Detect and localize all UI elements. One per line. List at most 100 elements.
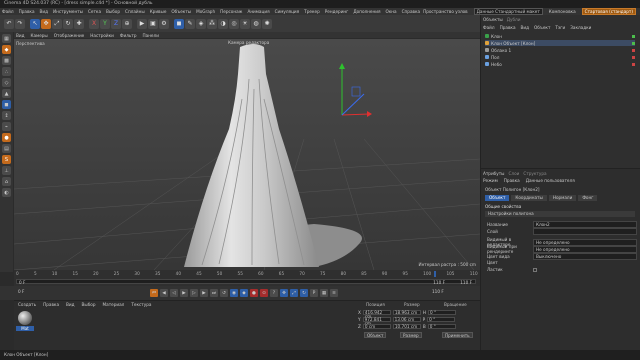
object-row[interactable]: Пол bbox=[485, 54, 635, 60]
subtab-phong[interactable]: Фонг bbox=[578, 195, 598, 201]
rotation-h-field[interactable]: 0 ° bbox=[428, 310, 457, 315]
undo-icon[interactable]: ↶ bbox=[4, 18, 14, 29]
deformer-icon[interactable]: ◑ bbox=[218, 18, 228, 29]
environment-icon[interactable]: ☀ bbox=[240, 18, 250, 29]
menu-character[interactable]: Персонаж bbox=[220, 9, 242, 14]
xray-checkbox[interactable] bbox=[533, 267, 537, 272]
object-menu-file[interactable]: Файл bbox=[483, 25, 495, 30]
object-menu-view[interactable]: Вид bbox=[521, 25, 530, 30]
subdivision-icon[interactable]: ◈ bbox=[196, 18, 206, 29]
render-visible-select[interactable]: Не определено bbox=[533, 245, 637, 253]
material-menu-view[interactable]: Вид bbox=[66, 302, 75, 307]
tab-objects[interactable]: Объекты bbox=[483, 17, 503, 22]
model-mode-icon[interactable]: ◆ bbox=[2, 45, 11, 54]
layer-field[interactable] bbox=[533, 228, 637, 235]
rotate-icon[interactable]: ↻ bbox=[63, 18, 73, 29]
playhead[interactable] bbox=[434, 271, 436, 277]
last-frame-icon[interactable]: ⏭ bbox=[210, 289, 218, 297]
size-mode-select[interactable]: Размер bbox=[400, 332, 422, 338]
texture-mode-icon[interactable]: ▩ bbox=[2, 56, 11, 65]
loop-icon[interactable]: ↺ bbox=[220, 289, 228, 297]
position-y-field[interactable]: 972.841 cm bbox=[362, 317, 391, 326]
field-icon[interactable]: ◎ bbox=[229, 18, 239, 29]
position-z-field[interactable]: 0 cm bbox=[362, 324, 391, 329]
menu-objects[interactable]: Объекты bbox=[171, 9, 191, 14]
redo-icon[interactable]: ↷ bbox=[15, 18, 25, 29]
size-x-field[interactable]: 18.963 cm bbox=[392, 310, 421, 315]
viewport-menu-filter[interactable]: Фильтр bbox=[120, 33, 137, 38]
visibility-check-icon[interactable] bbox=[632, 34, 635, 38]
viewport-menu-panel[interactable]: Панели bbox=[142, 33, 158, 38]
material-menu-create[interactable]: Создать bbox=[18, 302, 36, 307]
menu-view[interactable]: Вид bbox=[40, 9, 49, 14]
make-editable-icon[interactable]: ▦ bbox=[2, 34, 11, 43]
coord-system-icon[interactable]: ⊕ bbox=[122, 18, 132, 29]
recent-tool-icon[interactable]: ✚ bbox=[74, 18, 84, 29]
menu-splines[interactable]: Сплайны bbox=[125, 9, 145, 14]
attr-menu-edit[interactable]: Правка bbox=[504, 178, 520, 183]
material-menu-edit[interactable]: Правка bbox=[43, 302, 59, 307]
size-z-field[interactable]: 10.701 cm bbox=[392, 324, 421, 329]
record-icon[interactable]: ⊙ bbox=[260, 289, 268, 297]
disabled-check-icon[interactable] bbox=[632, 48, 635, 52]
object-menu-edit[interactable]: Правка bbox=[500, 25, 516, 30]
camera-icon[interactable]: ◍ bbox=[251, 18, 261, 29]
coord-mode-select[interactable]: Объект bbox=[364, 332, 387, 338]
position-key-icon[interactable]: ✥ bbox=[280, 289, 288, 297]
edges-mode-icon[interactable]: ◇ bbox=[2, 78, 11, 87]
scale-key-icon[interactable]: ⤢ bbox=[290, 289, 298, 297]
play-icon[interactable]: ▶ bbox=[180, 289, 188, 297]
points-mode-icon[interactable]: ∴ bbox=[2, 67, 11, 76]
tab-attributes[interactable]: Атрибуты bbox=[483, 171, 505, 176]
attr-menu-userdata[interactable]: Данные пользователя bbox=[526, 178, 575, 183]
cube-icon[interactable]: ◼ bbox=[174, 18, 184, 29]
frame-field[interactable]: 110 F bbox=[432, 289, 444, 294]
record-position-icon[interactable]: ◉ bbox=[230, 289, 238, 297]
solo-icon[interactable]: S bbox=[2, 155, 11, 164]
render-settings-icon[interactable]: ⚙ bbox=[159, 18, 169, 29]
menu-edit[interactable]: Правка bbox=[19, 9, 35, 14]
layout-select[interactable]: Стартовая (стандарт) bbox=[581, 8, 636, 15]
prev-key-icon[interactable]: ◀ bbox=[160, 289, 168, 297]
tab-structure[interactable]: Структура bbox=[523, 171, 546, 176]
render-picture-icon[interactable]: ▣ bbox=[148, 18, 158, 29]
disabled-check-icon[interactable] bbox=[632, 62, 635, 66]
subtab-object[interactable]: Объект bbox=[485, 195, 510, 201]
next-key-icon[interactable]: ▶ bbox=[200, 289, 208, 297]
axis-mode-icon[interactable]: ↕ bbox=[2, 111, 11, 120]
rotation-b-field[interactable]: 0 ° bbox=[427, 324, 456, 329]
menu-select[interactable]: Выбор bbox=[106, 9, 120, 14]
viewport-menu-cameras[interactable]: Камеры bbox=[31, 33, 48, 38]
material-swatch[interactable]: Mat bbox=[16, 311, 34, 333]
light-icon[interactable]: ✺ bbox=[262, 18, 272, 29]
axis-z-icon[interactable]: Z bbox=[111, 18, 121, 29]
lock-icon[interactable]: ⌂ bbox=[2, 177, 11, 186]
next-frame-icon[interactable]: ▷ bbox=[190, 289, 198, 297]
prev-frame-icon[interactable]: ◁ bbox=[170, 289, 178, 297]
rotation-key-icon[interactable]: ↻ bbox=[300, 289, 308, 297]
workplane-icon[interactable]: ▤ bbox=[2, 144, 11, 153]
first-frame-icon[interactable]: ⏮ bbox=[150, 289, 158, 297]
timeline[interactable]: 0 5 10 15 20 25 30 35 40 45 50 55 60 65 70 75 80 85 90 95 10… bbox=[14, 270, 480, 286]
menu-window[interactable]: Окна bbox=[385, 9, 396, 14]
pla-key-icon[interactable]: ▦ bbox=[320, 289, 328, 297]
tweak-mode-icon[interactable]: ⌁ bbox=[2, 122, 11, 131]
move-icon[interactable]: ✥ bbox=[41, 18, 51, 29]
apply-button[interactable]: Применить bbox=[442, 332, 473, 338]
menu-animation[interactable]: Анимация bbox=[247, 9, 269, 14]
position-x-field[interactable]: 416.942 cm bbox=[362, 310, 391, 319]
key-selection-icon[interactable]: ? bbox=[270, 289, 278, 297]
live-select-icon[interactable]: ↖ bbox=[30, 18, 40, 29]
cloner-icon[interactable]: ⁂ bbox=[207, 18, 217, 29]
autokey-icon[interactable]: ● bbox=[250, 289, 258, 297]
param-key-icon[interactable]: P bbox=[310, 289, 318, 297]
tab-takes[interactable]: Дубли bbox=[507, 17, 521, 22]
visibility-check-icon[interactable] bbox=[632, 41, 635, 45]
menu-help[interactable]: Справка bbox=[402, 9, 420, 14]
axis-x-icon[interactable]: X bbox=[89, 18, 99, 29]
tab-layers[interactable]: Слои bbox=[509, 171, 520, 176]
menu-extensions[interactable]: Дополнения bbox=[353, 9, 380, 14]
timeline-menu-icon[interactable]: ≡ bbox=[330, 289, 338, 297]
menu-tracker[interactable]: Трекер bbox=[304, 9, 320, 14]
menu-simulation[interactable]: Симуляция bbox=[275, 9, 300, 14]
